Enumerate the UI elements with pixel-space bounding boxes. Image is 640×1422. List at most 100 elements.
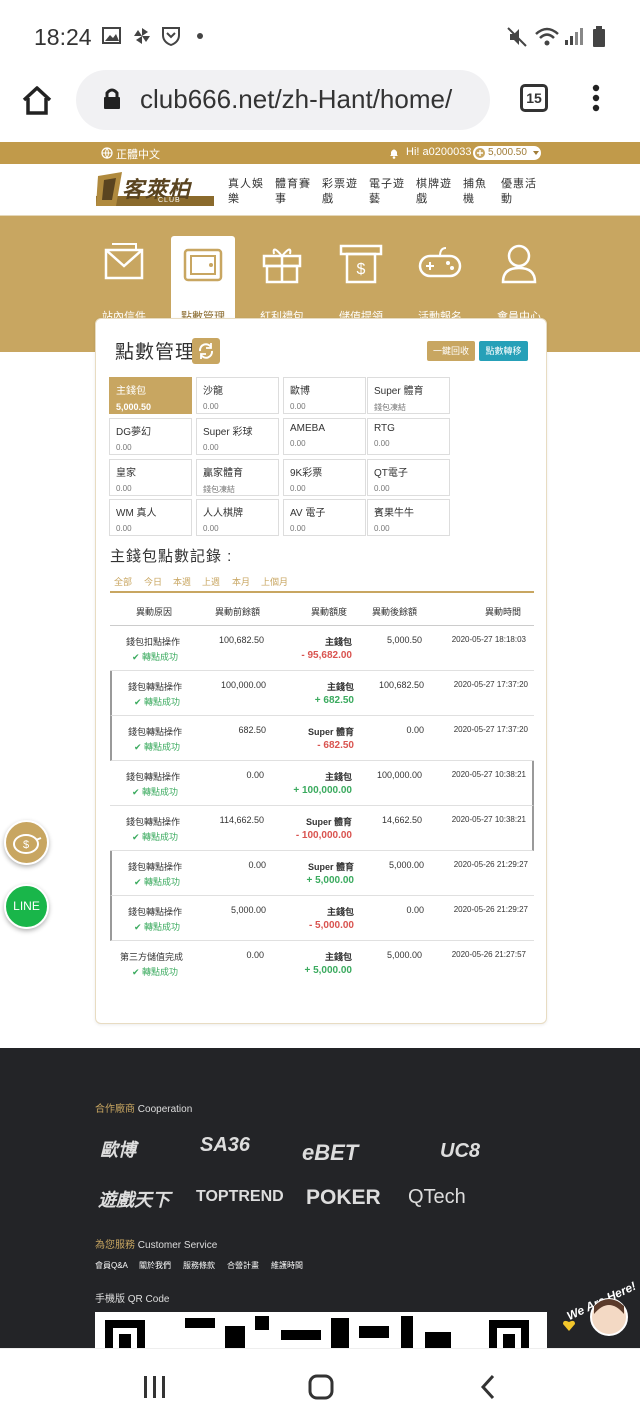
- record-status: ✔ 轉點成功: [134, 922, 181, 932]
- footer-link-affiliate[interactable]: 合營計畫: [227, 1260, 259, 1271]
- records-title: 主錢包點數記錄 :: [110, 548, 233, 565]
- wallet-wm[interactable]: WM 真人 0.00: [109, 499, 192, 536]
- wallet-main[interactable]: 主錢包 5,000.50: [109, 377, 192, 414]
- filter-all[interactable]: 全部: [114, 575, 132, 588]
- filter-underline: [110, 591, 534, 593]
- filter-this-week[interactable]: 本週: [173, 575, 191, 588]
- nav-promotions[interactable]: 優惠活動: [501, 177, 545, 207]
- tile-bonus-gift[interactable]: 紅利禮包: [250, 236, 314, 323]
- wallet-ameba[interactable]: AMEBA 0.00: [283, 418, 366, 455]
- partner-logo[interactable]: TOPTREND: [196, 1188, 284, 1206]
- tile-member-center[interactable]: 會員中心: [487, 236, 551, 323]
- home-icon[interactable]: [20, 84, 54, 116]
- wallet-value: 0.00: [290, 524, 306, 533]
- partner-logo[interactable]: 遊戲天下: [98, 1186, 170, 1212]
- wallet-super-sports[interactable]: Super 體育 錢包凍結: [367, 377, 450, 414]
- browser-toolbar: club666.net/zh-Hant/home/ 15: [0, 70, 640, 142]
- gift-icon: [262, 248, 302, 284]
- footer-link-maintenance[interactable]: 維護時間: [271, 1260, 303, 1271]
- partner-logo[interactable]: POKER: [306, 1186, 381, 1210]
- record-amount: + 682.50: [314, 695, 354, 706]
- balance-badge[interactable]: 5,000.50: [473, 146, 541, 160]
- record-time: 2020-05-27 17:37:20: [453, 680, 528, 689]
- record-status: ✔ 轉點成功: [134, 697, 181, 707]
- nav-fishing[interactable]: 捕魚機: [463, 177, 493, 207]
- tile-event-signup[interactable]: 活動報名: [408, 236, 472, 323]
- tile-inbox[interactable]: 站內信件: [92, 236, 156, 323]
- filter-last-month[interactable]: 上個月: [261, 575, 288, 588]
- nav-slots[interactable]: 電子遊藝: [369, 177, 413, 207]
- tile-deposit-withdraw[interactable]: $ 儲值提領: [329, 236, 393, 323]
- wallet-name: 主錢包: [116, 386, 146, 397]
- partner-logo[interactable]: SA36: [200, 1134, 250, 1157]
- footer-link-faq[interactable]: 會員Q&A: [95, 1260, 128, 1271]
- recent-apps-icon[interactable]: [142, 1375, 168, 1399]
- bell-icon[interactable]: [388, 147, 400, 159]
- svg-text:$: $: [23, 839, 29, 851]
- wallet-dg[interactable]: DG夢幻 0.00: [109, 418, 192, 455]
- site-logo[interactable]: 客萊柏 CLUB: [96, 170, 214, 210]
- record-amount: + 5,000.00: [304, 965, 352, 976]
- wallet-value: 0.00: [290, 402, 306, 411]
- record-after: 5,000.50: [386, 635, 422, 645]
- nav-sports[interactable]: 體育賽事: [275, 177, 319, 207]
- wallet-royal[interactable]: 皇家 0.00: [109, 459, 192, 496]
- filter-last-week[interactable]: 上週: [202, 575, 220, 588]
- wallet-av[interactable]: AV 電子 0.00: [283, 499, 366, 536]
- wallet-name: 人人棋牌: [203, 508, 243, 519]
- wallet-name: Super 彩球: [203, 427, 253, 438]
- record-before: 0.00: [248, 860, 266, 870]
- back-icon[interactable]: [478, 1373, 498, 1401]
- status-text: 轉點成功: [144, 697, 181, 707]
- partner-logo[interactable]: QTech: [408, 1186, 466, 1209]
- record-after: 0.00: [406, 725, 424, 735]
- wallet-name: DG夢幻: [116, 427, 151, 438]
- partner-logo[interactable]: eBET: [302, 1140, 358, 1166]
- points-transfer-button[interactable]: 點數轉移: [479, 341, 528, 361]
- line-chat-button[interactable]: LINE: [4, 884, 49, 929]
- tab-switcher-button[interactable]: 15: [520, 84, 548, 112]
- card-title: 點數管理: [115, 342, 196, 363]
- wallet-name: RTG: [374, 423, 395, 434]
- globe-icon: [101, 147, 113, 159]
- wallet-super-lottery[interactable]: Super 彩球 0.00: [196, 418, 279, 455]
- record-row: 錢包轉點操作 ✔ 轉點成功 0.00 主錢包 + 100,000.00 100,…: [110, 761, 534, 806]
- filter-today[interactable]: 今日: [144, 575, 162, 588]
- home-nav-icon[interactable]: [307, 1373, 335, 1401]
- record-row: 錢包轉點操作 ✔ 轉點成功 5,000.00 主錢包 - 5,000.00 0.…: [110, 896, 534, 941]
- wallet-winner-sports[interactable]: 贏家體育 錢包凍結: [196, 459, 279, 496]
- wallet-9k-lottery[interactable]: 9K彩票 0.00: [283, 459, 366, 496]
- record-after: 14,662.50: [381, 815, 422, 825]
- refresh-button[interactable]: [192, 338, 220, 364]
- record-after: 100,000.00: [376, 770, 422, 780]
- nav-live-casino[interactable]: 真人娛樂: [228, 177, 272, 207]
- url-text[interactable]: club666.net/zh-Hant/home/: [140, 84, 476, 115]
- more-menu-icon[interactable]: [590, 84, 602, 114]
- user-greeting[interactable]: Hi! a0200033: [406, 146, 471, 158]
- piggy-bank-button[interactable]: $: [4, 820, 49, 865]
- partner-logo[interactable]: 歐博: [100, 1136, 136, 1162]
- we-are-here-badge[interactable]: We Are Here!: [560, 1279, 638, 1340]
- record-reason: 第三方儲值完成: [120, 952, 184, 962]
- status-bar: 18:24: [0, 0, 640, 70]
- wallet-name: 贏家體育: [203, 468, 243, 479]
- wallet-allbet[interactable]: 歐博 0.00: [283, 377, 366, 414]
- wallet-bingo[interactable]: 賓果牛牛 0.00: [367, 499, 450, 536]
- footer-link-about[interactable]: 關於我們: [139, 1260, 171, 1271]
- record-after: 5,000.00: [388, 860, 424, 870]
- wallet-salon[interactable]: 沙龍 0.00: [196, 377, 279, 414]
- wallet-rtg[interactable]: RTG 0.00: [367, 418, 450, 455]
- qr-code: [95, 1312, 547, 1352]
- filter-this-month[interactable]: 本月: [232, 575, 250, 588]
- nav-lottery[interactable]: 彩票遊戲: [322, 177, 366, 207]
- language-selector[interactable]: 正體中文: [116, 146, 160, 162]
- wallet-renren[interactable]: 人人棋牌 0.00: [196, 499, 279, 536]
- footer-link-terms[interactable]: 服務條款: [183, 1260, 215, 1271]
- shield-icon: [162, 27, 180, 46]
- partner-logo[interactable]: UC8: [440, 1140, 480, 1163]
- one-click-recall-button[interactable]: 一鍵回收: [427, 341, 475, 361]
- tile-points-management[interactable]: 點數管理: [171, 236, 235, 323]
- wallet-qt[interactable]: QT電子 0.00: [367, 459, 450, 496]
- nav-card-games[interactable]: 棋牌遊戲: [416, 177, 460, 207]
- record-reason: 錢包轉點操作: [128, 727, 183, 737]
